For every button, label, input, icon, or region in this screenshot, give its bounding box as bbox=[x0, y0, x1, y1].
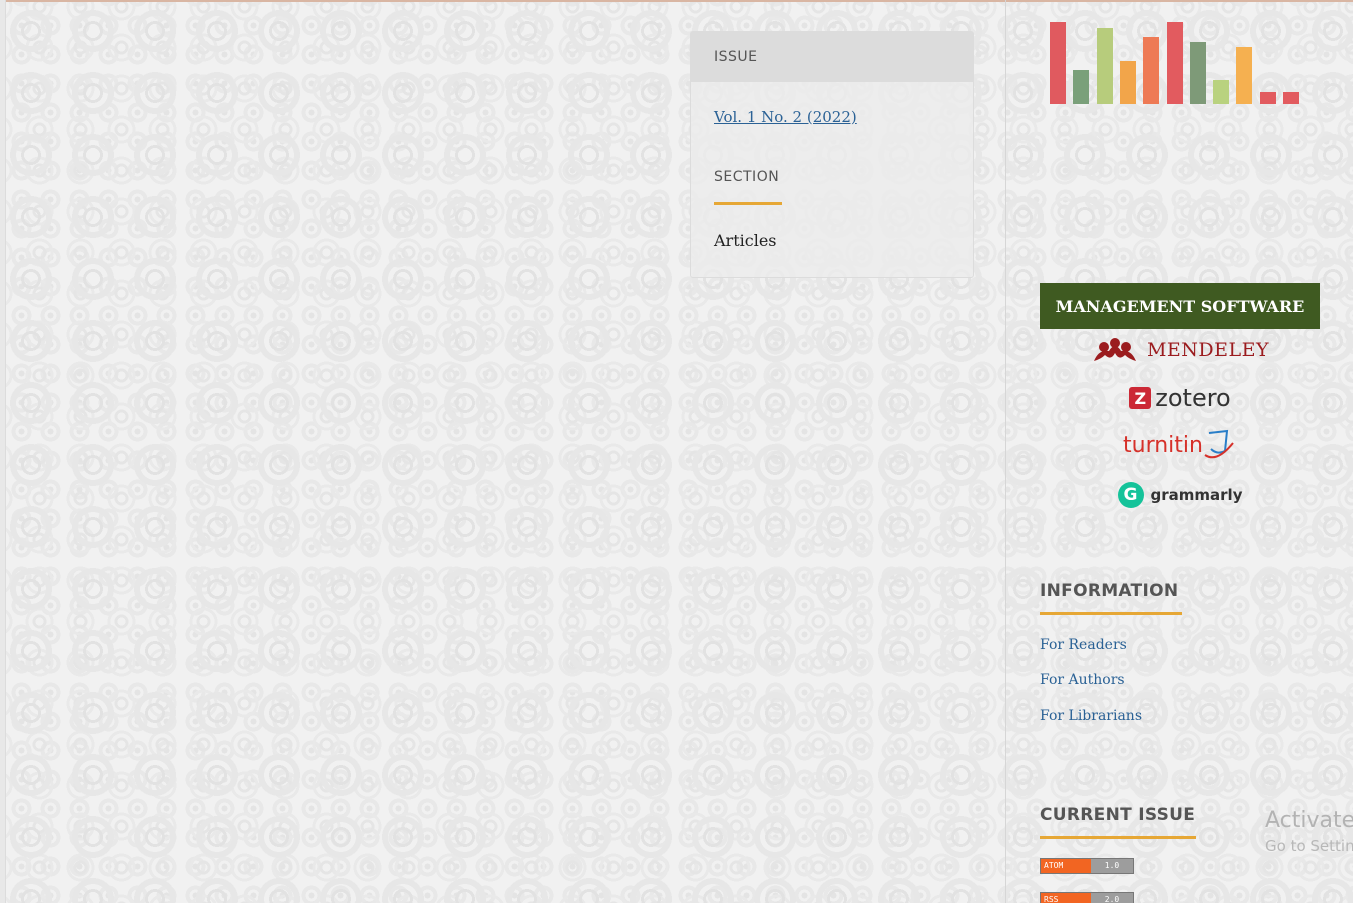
for-readers-link[interactable]: For Readers bbox=[1040, 637, 1127, 653]
issue-header: ISSUE bbox=[691, 32, 973, 82]
for-librarians-link[interactable]: For Librarians bbox=[1040, 708, 1142, 724]
top-border-line bbox=[0, 0, 1353, 2]
atom-version: 1.0 bbox=[1091, 859, 1133, 873]
rss-label: RSS bbox=[1041, 893, 1091, 903]
stats-logo-bar bbox=[1283, 92, 1299, 104]
stats-logo-bar bbox=[1073, 70, 1089, 104]
section-value: Articles bbox=[714, 231, 777, 250]
mendeley-logo-link[interactable]: MENDELEY bbox=[1040, 333, 1320, 367]
atom-label: ATOM bbox=[1041, 859, 1091, 873]
stats-logo-bar bbox=[1097, 28, 1113, 104]
information-underline bbox=[1040, 612, 1182, 615]
section-underline bbox=[714, 202, 782, 205]
mendeley-icon bbox=[1093, 338, 1136, 361]
rss-feed-badge[interactable]: RSS 2.0 bbox=[1040, 892, 1134, 903]
stats-logo-bar bbox=[1143, 37, 1159, 104]
zotero-icon: Z bbox=[1129, 387, 1152, 409]
stats-logo-bar bbox=[1120, 61, 1136, 104]
activate-windows-watermark: Activate bbox=[1265, 808, 1353, 833]
issue-link[interactable]: Vol. 1 No. 2 (2022) bbox=[714, 108, 857, 126]
for-authors-link[interactable]: For Authors bbox=[1040, 672, 1125, 688]
grammarly-icon: G bbox=[1117, 482, 1144, 508]
stats-logo-bar bbox=[1260, 92, 1276, 104]
zotero-logo-link[interactable]: Z zotero bbox=[1040, 381, 1320, 415]
issue-label: ISSUE bbox=[714, 49, 758, 65]
article-details-panel: ISSUE Vol. 1 No. 2 (2022) SECTION Articl… bbox=[690, 31, 974, 278]
current-issue-heading: CURRENT ISSUE bbox=[1040, 805, 1196, 825]
rss-version: 2.0 bbox=[1091, 893, 1133, 903]
section-label: SECTION bbox=[714, 169, 780, 185]
turnitin-icon bbox=[1204, 429, 1234, 459]
zotero-label: zotero bbox=[1155, 384, 1231, 412]
statistics-logo[interactable] bbox=[1050, 16, 1310, 104]
turnitin-logo-link[interactable]: turnitin bbox=[1040, 428, 1320, 462]
sidebar-divider bbox=[1005, 0, 1006, 903]
grammarly-label: grammarly bbox=[1150, 486, 1243, 504]
left-edge-strip bbox=[0, 0, 6, 903]
atom-feed-badge[interactable]: ATOM 1.0 bbox=[1040, 858, 1134, 874]
activate-windows-subtext: Go to Settin bbox=[1265, 837, 1353, 855]
management-software-heading: MANAGEMENT SOFTWARE bbox=[1040, 283, 1320, 329]
grammarly-logo-link[interactable]: G grammarly bbox=[1040, 478, 1320, 512]
stats-logo-bar bbox=[1050, 22, 1066, 104]
turnitin-label: turnitin bbox=[1123, 432, 1203, 458]
stats-logo-bar bbox=[1236, 47, 1252, 104]
stats-logo-bar bbox=[1167, 22, 1183, 104]
stats-logo-bar bbox=[1213, 80, 1229, 104]
information-heading: INFORMATION bbox=[1040, 581, 1179, 601]
current-issue-underline bbox=[1040, 836, 1196, 839]
stats-logo-bar bbox=[1190, 42, 1206, 104]
mendeley-label: MENDELEY bbox=[1146, 339, 1270, 361]
